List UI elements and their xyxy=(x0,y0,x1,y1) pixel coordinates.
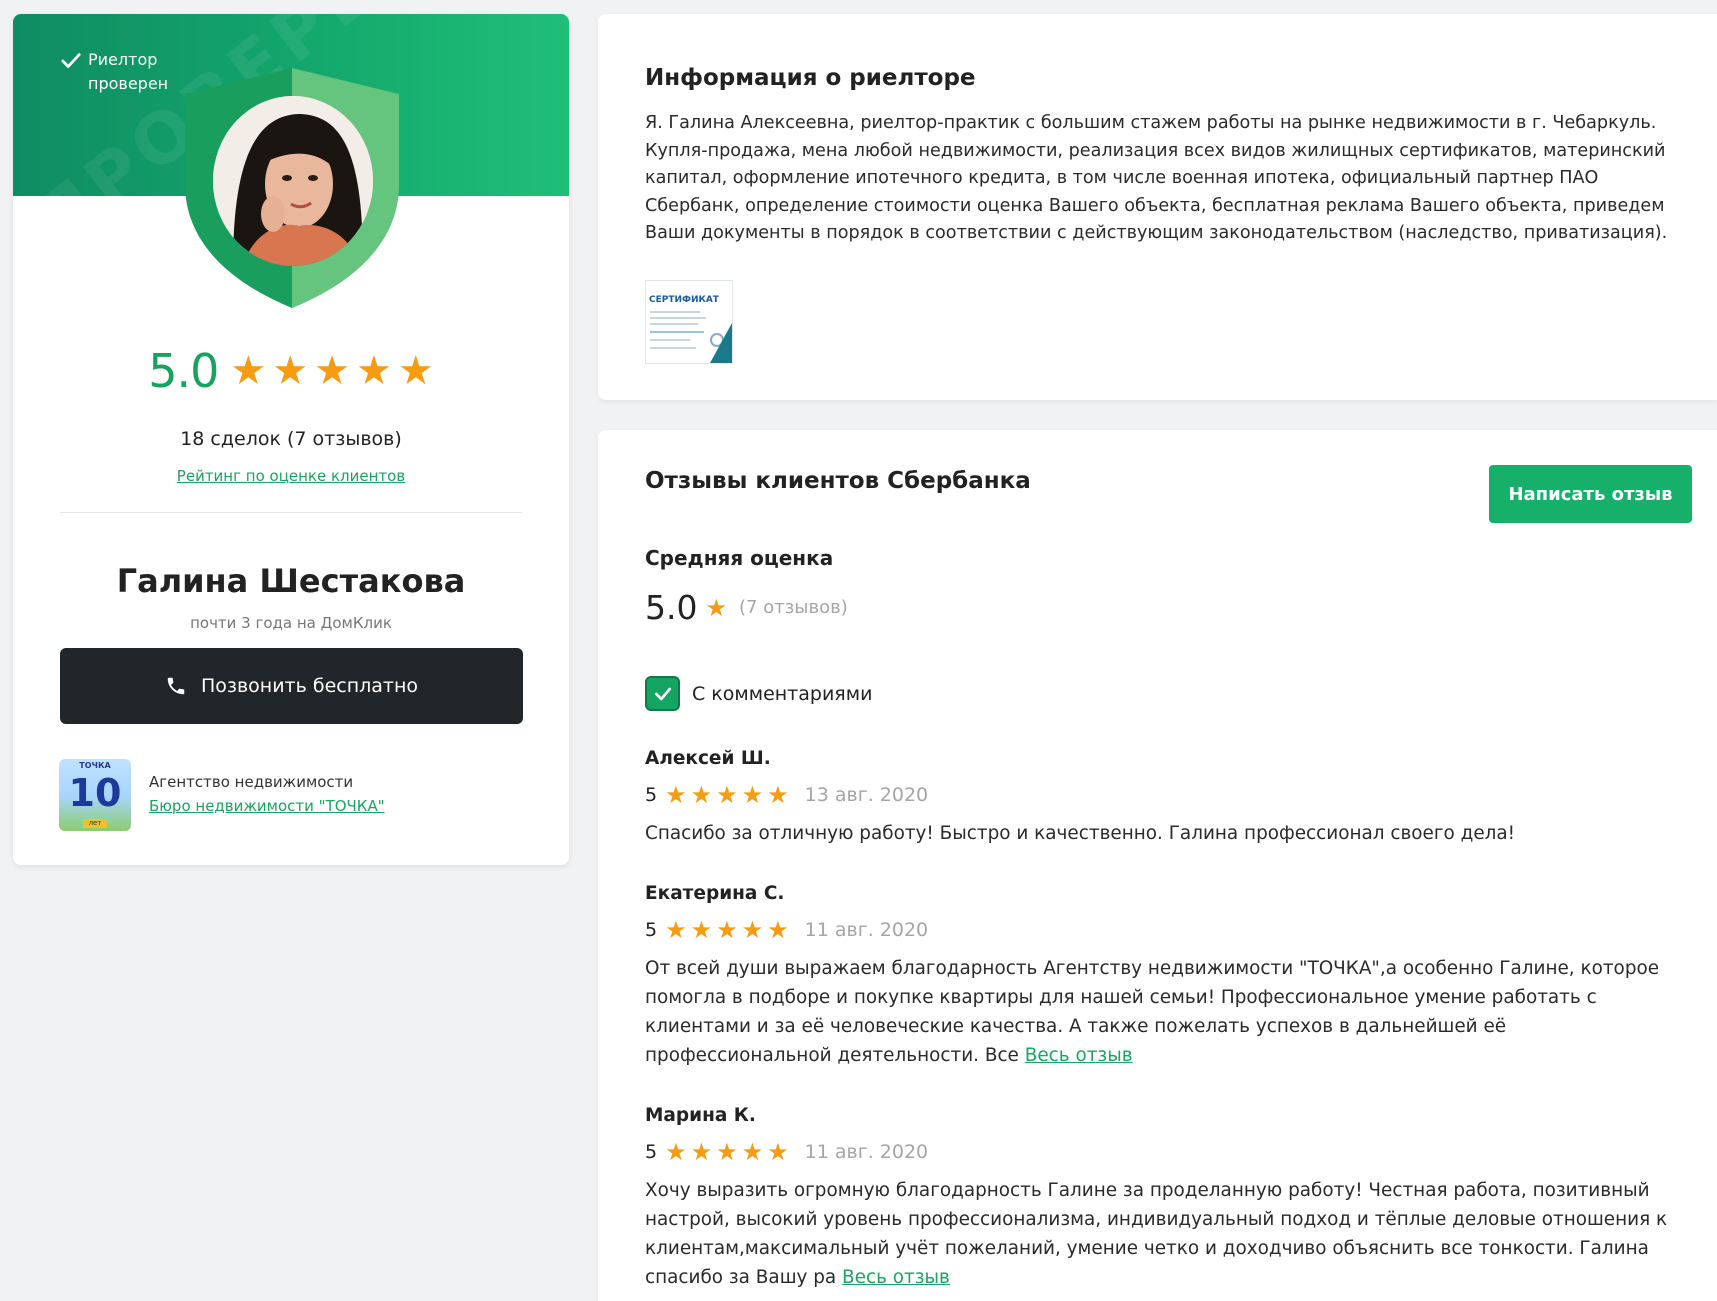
review-author: Алексей Ш. xyxy=(645,748,771,769)
certificate-line xyxy=(650,317,706,319)
star-icon: ★ xyxy=(665,781,687,809)
certificate-line xyxy=(650,331,704,333)
average-rating-row: 5.0 ★ (7 отзывов) xyxy=(645,588,848,627)
call-button-label: Позвонить бесплатно xyxy=(200,675,419,697)
rating-info-link[interactable]: Рейтинг по оценке клиентов xyxy=(177,467,405,485)
certificate-title: СЕРТИФИКАТ xyxy=(649,295,719,305)
average-rating-label: Средняя оценка xyxy=(645,546,834,570)
with-comments-filter[interactable]: С комментариями xyxy=(645,676,872,711)
with-comments-checkbox[interactable] xyxy=(645,676,680,711)
certificate-line xyxy=(650,323,698,325)
star-icon: ★ xyxy=(741,916,764,944)
review-meta: 5 ★ ★ ★ ★ ★ 13 авг. 2020 xyxy=(645,783,1695,807)
reviews-card: Отзывы клиентов Сбербанка Написать отзыв… xyxy=(598,430,1717,1301)
agency-link[interactable]: Бюро недвижимости "ТОЧКА" xyxy=(149,797,385,815)
realtor-profile-card: ПРОВЕРЕН Риелтор проверен 5.0 ★ ★ ★ xyxy=(13,14,569,865)
review-body: Хочу выразить огромную благодарность Гал… xyxy=(645,1180,1668,1288)
verified-badge: Риелтор проверен xyxy=(60,48,178,96)
star-icon: ★ xyxy=(665,916,687,944)
info-text: Я. Галина Алексеевна, риелтор-практик с … xyxy=(645,113,1668,243)
certificate-line xyxy=(650,311,700,313)
star-icon: ★ xyxy=(690,781,713,809)
star-icon: ★ xyxy=(741,781,764,809)
rating-info-link-wrap: Рейтинг по оценке клиентов xyxy=(13,467,569,485)
review-body: Спасибо за отличную работу! Быстро и кач… xyxy=(645,823,1516,844)
agency-type: Агентство недвижимости xyxy=(149,773,354,791)
info-title: Информация о риелторе xyxy=(645,65,976,91)
certificate-line xyxy=(650,347,696,349)
certificate-line xyxy=(650,339,690,341)
star-icon: ★ xyxy=(397,348,434,394)
review-body: От всей души выражаем благодарность Аген… xyxy=(645,958,1660,1066)
phone-icon xyxy=(167,677,185,695)
average-rating-value: 5.0 xyxy=(645,588,698,627)
checkmark-icon xyxy=(654,687,671,700)
check-icon xyxy=(61,53,81,68)
agency-logo[interactable]: ТОЧКА 10 лет xyxy=(59,759,131,831)
star-icon: ★ xyxy=(716,916,738,944)
review-author: Марина К. xyxy=(645,1105,756,1126)
review-text: Хочу выразить огромную благодарность Гал… xyxy=(645,1176,1695,1292)
certificate-thumbnail[interactable]: СЕРТИФИКАТ xyxy=(645,280,733,364)
review-item: Марина К. 5 ★ ★ ★ ★ ★ 11 авг. 2020 Хочу … xyxy=(645,1105,1695,1292)
call-free-button[interactable]: Позвонить бесплатно xyxy=(60,648,523,724)
star-icon: ★ xyxy=(356,348,392,394)
star-icon: ★ xyxy=(705,593,727,622)
avatar-photo xyxy=(213,96,373,266)
deals-count: 18 сделок (7 отзывов) xyxy=(180,428,402,450)
verified-label: Риелтор проверен xyxy=(88,50,169,93)
star-icon: ★ xyxy=(314,348,350,394)
review-text: Спасибо за отличную работу! Быстро и кач… xyxy=(645,819,1695,848)
certificate-corner xyxy=(710,323,732,363)
review-read-more-link[interactable]: Весь отзыв xyxy=(1025,1045,1133,1066)
star-icon: ★ xyxy=(690,1138,713,1166)
review-stars: ★ ★ ★ ★ ★ xyxy=(665,783,789,807)
review-stars: ★ ★ ★ ★ ★ xyxy=(665,1140,789,1164)
review-text: От всей души выражаем благодарность Аген… xyxy=(645,954,1695,1070)
rating-stars: ★ ★ ★ ★ ★ xyxy=(230,351,433,391)
agency-logo-badge: лет xyxy=(83,819,107,828)
review-meta: 5 ★ ★ ★ ★ ★ 11 авг. 2020 xyxy=(645,918,1695,942)
star-icon: ★ xyxy=(716,781,738,809)
star-icon: ★ xyxy=(767,781,789,809)
agency-logo-text: ТОЧКА xyxy=(79,761,111,770)
divider xyxy=(60,512,522,513)
rating-value: 5.0 xyxy=(148,344,219,398)
avatar xyxy=(213,96,373,266)
review-read-more-link[interactable]: Весь отзыв xyxy=(842,1267,950,1288)
realtor-name: Галина Шестакова xyxy=(116,562,466,600)
realtor-info-card: Информация о риелторе Я. Галина Алексеев… xyxy=(598,14,1717,400)
star-icon: ★ xyxy=(716,1138,738,1166)
star-icon: ★ xyxy=(741,1138,764,1166)
star-icon: ★ xyxy=(665,1138,687,1166)
review-stars: ★ ★ ★ ★ ★ xyxy=(665,918,789,942)
experience-text: почти 3 года на ДомКлик xyxy=(190,614,392,632)
review-score: 5 xyxy=(645,919,658,941)
average-rating-count: (7 отзывов) xyxy=(739,597,848,618)
star-icon: ★ xyxy=(272,348,309,394)
with-comments-label: С комментариями xyxy=(692,682,873,705)
star-icon: ★ xyxy=(690,916,713,944)
review-item: Екатерина С. 5 ★ ★ ★ ★ ★ 11 авг. 2020 От… xyxy=(645,883,1695,1070)
star-icon: ★ xyxy=(767,1138,789,1166)
review-score: 5 xyxy=(645,784,658,806)
review-item: Алексей Ш. 5 ★ ★ ★ ★ ★ 13 авг. 2020 Спас… xyxy=(645,748,1695,848)
review-date: 11 авг. 2020 xyxy=(804,919,929,941)
write-review-button[interactable]: Написать отзыв xyxy=(1489,465,1692,523)
star-icon: ★ xyxy=(230,348,267,394)
review-date: 11 авг. 2020 xyxy=(804,1141,929,1163)
rating-row: 5.0 ★ ★ ★ ★ ★ xyxy=(13,344,569,398)
review-meta: 5 ★ ★ ★ ★ ★ 11 авг. 2020 xyxy=(645,1140,1695,1164)
reviews-title: Отзывы клиентов Сбербанка xyxy=(645,468,1031,494)
review-author: Екатерина С. xyxy=(645,883,785,904)
agency-logo-number: 10 xyxy=(68,771,122,815)
review-date: 13 авг. 2020 xyxy=(804,784,929,806)
review-score: 5 xyxy=(645,1141,658,1163)
star-icon: ★ xyxy=(767,916,789,944)
